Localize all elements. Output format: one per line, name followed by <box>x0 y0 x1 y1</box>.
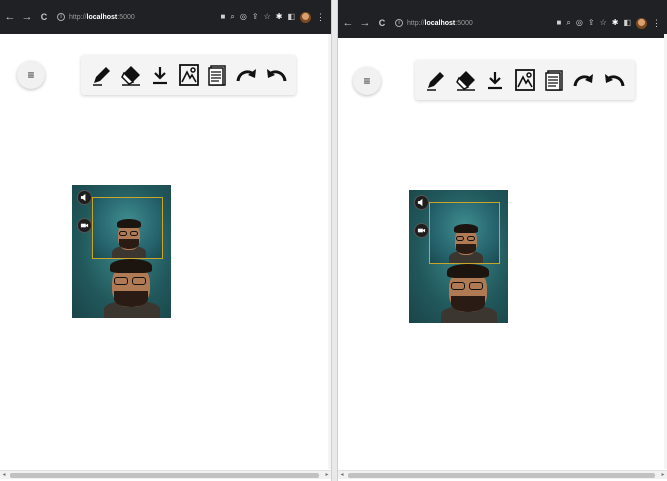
remote-participant-figure <box>102 259 162 318</box>
extensions-puzzle-icon[interactable]: ✱ <box>276 13 283 21</box>
scroll-right-arrow-icon[interactable]: ▸ <box>659 471 667 480</box>
video-toggle-button[interactable] <box>414 223 429 238</box>
sidepanel-icon[interactable]: ◧ <box>287 13 295 21</box>
pip-video[interactable] <box>92 197 163 259</box>
notes-icon[interactable] <box>206 63 230 87</box>
site-info-icon[interactable]: i <box>57 13 65 21</box>
pencil-icon[interactable] <box>90 63 114 87</box>
sidepanel-icon[interactable]: ◧ <box>623 19 631 27</box>
scroll-left-arrow-icon[interactable]: ◂ <box>338 471 346 480</box>
notes-icon[interactable] <box>543 68 567 92</box>
local-participant-figure <box>446 223 486 263</box>
scrollbar-thumb[interactable] <box>348 473 655 478</box>
lens-icon[interactable]: ◎ <box>576 19 583 27</box>
url-host: localhost <box>424 19 456 27</box>
local-video <box>409 190 508 323</box>
browser-toolbar: ← → C i http://localhost:5000 ■ ⌕ ◎ ⇪ ☆ … <box>0 0 331 34</box>
eraser-icon[interactable] <box>454 68 478 92</box>
site-info-icon[interactable]: i <box>395 19 403 27</box>
bookmark-star-icon[interactable]: ☆ <box>264 13 271 21</box>
menu-button[interactable]: ≡ <box>353 67 381 95</box>
browser-window-left: ← → C i http://localhost:5000 ■ ⌕ ◎ ⇪ ☆ … <box>0 0 331 481</box>
url-scheme: http:// <box>407 19 425 27</box>
scroll-right-arrow-icon[interactable]: ▸ <box>323 471 331 480</box>
local-participant-figure <box>109 218 149 258</box>
extension-area: ■ ⌕ ◎ ⇪ ☆ ✱ ◧ ⋮ <box>221 11 325 23</box>
reload-button[interactable]: C <box>375 18 389 28</box>
back-button[interactable]: ← <box>3 11 17 23</box>
audio-toggle-button[interactable] <box>414 195 429 210</box>
camera-indicator-icon[interactable]: ■ <box>557 19 562 27</box>
drawing-toolbar <box>81 55 296 95</box>
horizontal-scrollbar[interactable]: ◂ ▸ <box>338 470 667 479</box>
browser-toolbar: ← → C i http://localhost:5000 ■ ⌕ ◎ ⇪ ☆ … <box>338 8 667 38</box>
hamburger-icon: ≡ <box>27 68 35 82</box>
tab-strip <box>338 0 667 8</box>
browser-menu-icon[interactable]: ⋮ <box>652 18 661 28</box>
profile-avatar[interactable] <box>300 11 311 23</box>
share-icon[interactable]: ⇪ <box>252 13 259 21</box>
pip-video[interactable] <box>429 202 500 264</box>
menu-button[interactable]: ≡ <box>17 61 45 89</box>
forward-button[interactable]: → <box>20 11 34 23</box>
video-toggle-button[interactable] <box>77 218 92 233</box>
scrollbar-thumb[interactable] <box>10 473 319 478</box>
image-icon[interactable] <box>177 63 201 87</box>
hamburger-icon: ≡ <box>363 74 371 88</box>
speaker-icon <box>417 198 423 207</box>
horizontal-scrollbar[interactable]: ◂ ▸ <box>0 470 331 479</box>
eraser-icon[interactable] <box>119 63 143 87</box>
bookmark-star-icon[interactable]: ☆ <box>600 19 607 27</box>
image-icon[interactable] <box>513 68 537 92</box>
back-button[interactable]: ← <box>341 17 355 29</box>
download-icon[interactable] <box>148 63 172 87</box>
url-port: :5000 <box>455 19 473 27</box>
remote-participant-figure <box>439 264 499 323</box>
zoom-icon[interactable]: ⌕ <box>230 13 234 21</box>
browser-window-right: ← → C i http://localhost:5000 ■ ⌕ ◎ ⇪ ☆ … <box>338 0 667 481</box>
undo-icon[interactable] <box>602 68 626 92</box>
address-bar[interactable]: i http://localhost:5000 <box>57 6 221 28</box>
download-icon[interactable] <box>483 68 507 92</box>
pencil-icon[interactable] <box>424 68 448 92</box>
profile-avatar[interactable] <box>636 17 647 29</box>
camera-indicator-icon[interactable]: ■ <box>221 13 226 21</box>
redo-icon[interactable] <box>572 68 596 92</box>
drawing-toolbar <box>415 60 635 100</box>
browser-menu-icon[interactable]: ⋮ <box>316 12 325 22</box>
camera-icon <box>417 228 426 233</box>
reload-button[interactable]: C <box>37 12 51 22</box>
pane-divider <box>331 0 338 481</box>
share-icon[interactable]: ⇪ <box>588 19 595 27</box>
url-scheme: http:// <box>69 13 87 21</box>
lens-icon[interactable]: ◎ <box>240 13 247 21</box>
extension-area: ■ ⌕ ◎ ⇪ ☆ ✱ ◧ ⋮ <box>557 17 661 29</box>
audio-toggle-button[interactable] <box>77 190 92 205</box>
extensions-puzzle-icon[interactable]: ✱ <box>612 19 619 27</box>
camera-icon <box>80 223 89 228</box>
local-video <box>72 185 171 318</box>
zoom-icon[interactable]: ⌕ <box>566 19 570 27</box>
address-bar[interactable]: i http://localhost:5000 <box>395 12 557 34</box>
scroll-left-arrow-icon[interactable]: ◂ <box>0 471 8 480</box>
undo-icon[interactable] <box>264 63 288 87</box>
forward-button[interactable]: → <box>358 17 372 29</box>
speaker-icon <box>80 193 86 202</box>
url-port: :5000 <box>117 13 135 21</box>
url-host: localhost <box>86 13 118 21</box>
redo-icon[interactable] <box>235 63 259 87</box>
